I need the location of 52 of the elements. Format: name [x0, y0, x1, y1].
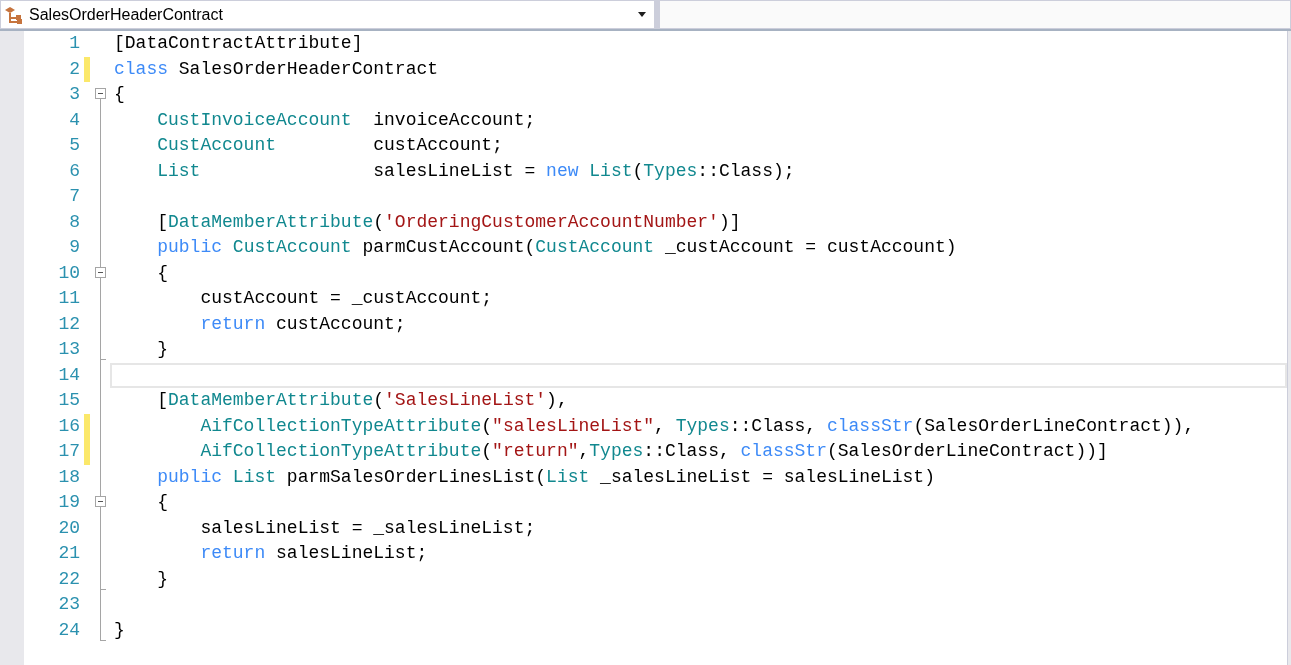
code-line: return custAccount; [199, 312, 406, 336]
code-line: CustAccount custAccount; [156, 134, 503, 158]
line-number: 1 [68, 32, 80, 56]
code-line: AifCollectionTypeAttribute("salesLineList", Types::Class, classStr(SalesOrderLineContract)), [199, 414, 1195, 438]
line-number: 11 [57, 287, 80, 311]
line-number: 12 [57, 312, 80, 336]
line-number: 7 [68, 185, 80, 209]
code-line: public List parmSalesOrderLinesList(List _salesLineList = salesLineList) [156, 465, 935, 489]
line-number: 22 [57, 567, 80, 591]
line-number: 8 [68, 210, 80, 234]
collapse-icon[interactable] [95, 496, 106, 507]
line-number: 17 [57, 440, 80, 464]
line-number: 18 [57, 465, 80, 489]
code-line: salesLineList = _salesLineList; [199, 516, 536, 540]
code-line: public CustAccount parmCustAccount(CustAccount _custAccount = custAccount) [156, 236, 957, 260]
code-line: } [156, 567, 168, 591]
line-number: 20 [57, 516, 80, 540]
collapse-icon[interactable] [95, 88, 106, 99]
code-line: class SalesOrderHeaderContract [114, 57, 439, 81]
class-icon [5, 5, 25, 24]
line-number: 3 [68, 83, 80, 107]
collapse-icon[interactable] [95, 266, 106, 278]
line-number: 16 [57, 414, 80, 438]
code-line: } [114, 618, 125, 642]
line-number: 5 [68, 134, 80, 158]
caret-icon [638, 12, 646, 17]
line-number: 13 [57, 338, 80, 362]
code-line: [DataMemberAttribute('SalesLineList'), [156, 389, 568, 413]
code-line: { [114, 83, 125, 107]
line-number: 21 [57, 542, 80, 566]
line-number: 4 [68, 108, 80, 132]
code-line: { [156, 261, 168, 285]
line-number: 24 [57, 618, 80, 642]
code-line: { [156, 491, 168, 515]
code-line: AifCollectionTypeAttribute("return",Types::Class, classStr(SalesOrderLineContract))] [199, 440, 1108, 464]
line-number: 10 [57, 261, 80, 285]
line-number: 2 [68, 57, 80, 81]
line-number: 14 [57, 363, 80, 387]
line-number: 15 [57, 389, 80, 413]
code-line: CustInvoiceAccount invoiceAccount; [156, 108, 536, 132]
code-line: List salesLineList = new List(Types::Class); [156, 159, 795, 183]
code-line: [DataContractAttribute] [114, 32, 363, 56]
code-line: [DataMemberAttribute('OrderingCustomerAccountNumber')] [156, 210, 741, 234]
type-dropdown[interactable]: SalesOrderHeaderContract [0, 0, 655, 29]
code-line: return salesLineList; [199, 542, 428, 566]
line-number: 19 [57, 491, 80, 515]
code-line: custAccount = _custAccount; [199, 287, 493, 311]
line-number: 9 [68, 236, 80, 260]
line-number: 23 [57, 593, 80, 617]
code-line: } [156, 338, 168, 362]
type-name: SalesOrderHeaderContract [29, 4, 224, 25]
line-number: 6 [68, 159, 80, 183]
